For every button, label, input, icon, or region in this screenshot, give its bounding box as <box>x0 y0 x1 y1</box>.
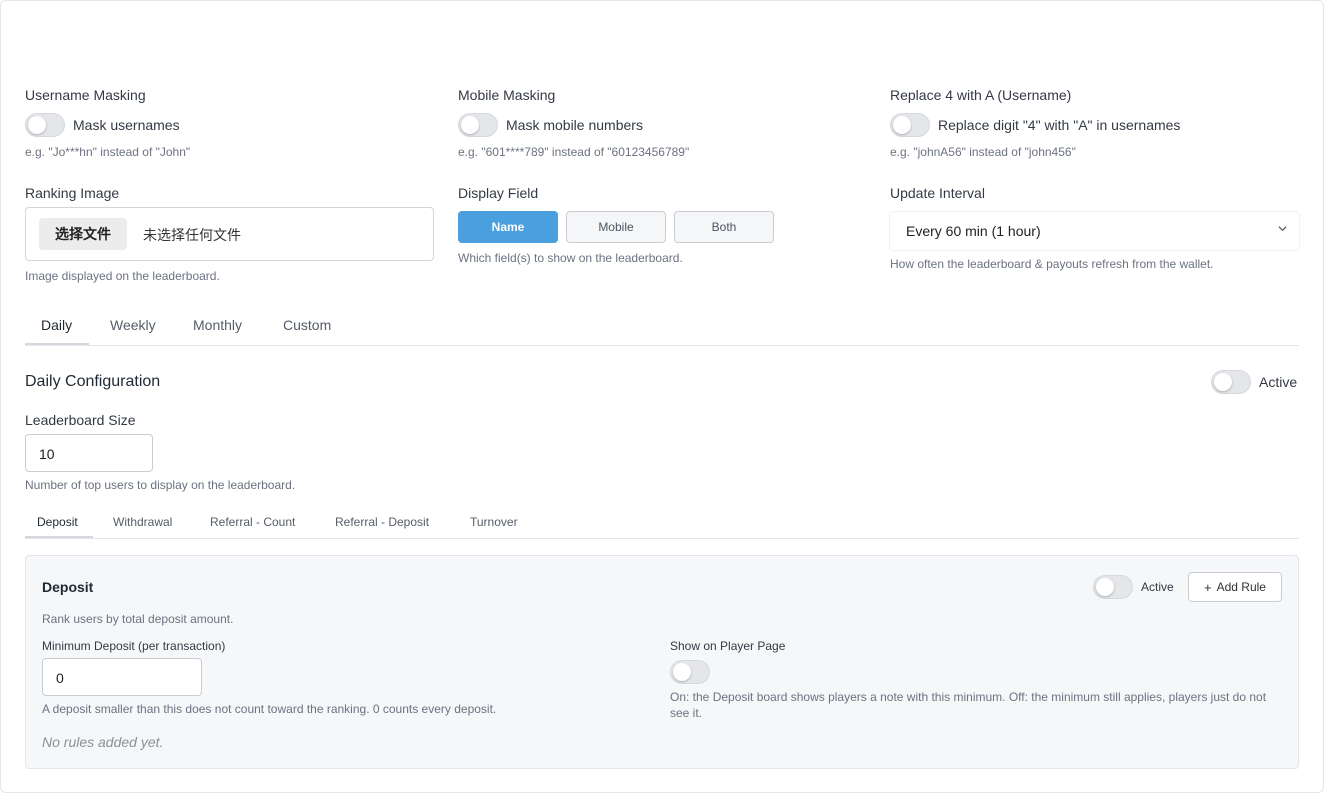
tab-weekly[interactable]: Weekly <box>110 317 156 333</box>
update-interval-title: Update Interval <box>890 185 985 201</box>
display-field-help: Which field(s) to show on the leaderboar… <box>458 251 683 265</box>
toggle-knob <box>673 663 691 681</box>
no-rules-note: No rules added yet. <box>42 734 164 750</box>
leaderboard-size-input[interactable]: 10 <box>25 434 153 472</box>
show-on-player-page-toggle[interactable] <box>670 660 710 684</box>
period-tabs: Daily Weekly Monthly Custom <box>25 312 1299 346</box>
tab-daily[interactable]: Daily <box>41 317 72 333</box>
update-interval-select[interactable]: Every 60 min (1 hour) <box>890 212 1299 250</box>
toggle-knob <box>893 116 911 134</box>
display-field-both-option[interactable]: Both <box>674 211 774 243</box>
config-title: Daily Configuration <box>25 373 161 390</box>
username-masking-title: Username Masking <box>25 87 146 103</box>
tab-monthly[interactable]: Monthly <box>193 317 242 333</box>
tab-turnover[interactable]: Turnover <box>470 515 518 529</box>
tab-custom[interactable]: Custom <box>283 317 331 333</box>
active-subtab-indicator <box>25 536 93 538</box>
tab-deposit[interactable]: Deposit <box>37 515 78 529</box>
username-masking-toggle[interactable] <box>25 113 65 137</box>
toggle-knob <box>1096 578 1114 596</box>
mobile-masking-help: e.g. "601****789" instead of "6012345678… <box>458 145 690 159</box>
update-interval-help: How often the leaderboard & payouts refr… <box>890 257 1214 271</box>
display-field-title: Display Field <box>458 185 539 201</box>
mobile-masking-title: Mobile Masking <box>458 87 556 103</box>
replace4-toggle[interactable] <box>890 113 930 137</box>
mobile-masking-label: Mask mobile numbers <box>506 117 643 133</box>
metric-tabs: Deposit Withdrawal Referral - Count Refe… <box>25 512 1299 539</box>
username-masking-label: Mask usernames <box>73 117 180 133</box>
username-masking-help: e.g. "Jo***hn" instead of "John" <box>25 145 191 159</box>
toggle-knob <box>461 116 479 134</box>
min-deposit-help: A deposit smaller than this does not cou… <box>42 702 497 716</box>
add-rule-button[interactable]: + Add Rule <box>1188 572 1282 602</box>
leaderboard-size-label: Leaderboard Size <box>25 412 136 428</box>
tab-withdrawal[interactable]: Withdrawal <box>113 515 172 529</box>
deposit-panel-title: Deposit <box>42 579 94 595</box>
replace4-label: Replace digit "4" with "A" in usernames <box>938 117 1181 133</box>
choose-file-button[interactable]: 选择文件 <box>39 218 127 250</box>
display-field-mobile-option[interactable]: Mobile <box>566 211 666 243</box>
deposit-active-label: Active <box>1141 580 1174 594</box>
update-interval-value: Every 60 min (1 hour) <box>906 223 1041 239</box>
deposit-active-toggle[interactable] <box>1093 575 1133 599</box>
ranking-image-file-input[interactable]: 选择文件 未选择任何文件 <box>25 207 434 261</box>
plus-icon: + <box>1204 579 1212 595</box>
tab-referral-count[interactable]: Referral - Count <box>210 515 295 529</box>
toggle-knob <box>28 116 46 134</box>
ranking-image-title: Ranking Image <box>25 185 120 201</box>
min-deposit-value: 0 <box>56 670 64 686</box>
file-status: 未选择任何文件 <box>143 227 241 243</box>
config-active-toggle[interactable] <box>1211 370 1251 394</box>
mobile-masking-toggle[interactable] <box>458 113 498 137</box>
min-deposit-input[interactable]: 0 <box>42 658 202 696</box>
leaderboard-size-help: Number of top users to display on the le… <box>25 478 296 492</box>
show-on-player-page-label: Show on Player Page <box>670 639 786 653</box>
config-active-label: Active <box>1259 374 1298 390</box>
toggle-knob <box>1214 373 1232 391</box>
deposit-description: Rank users by total deposit amount. <box>42 612 234 626</box>
display-field-name-option[interactable]: Name <box>458 211 558 243</box>
min-deposit-label: Minimum Deposit (per transaction) <box>42 639 226 653</box>
add-rule-label: Add Rule <box>1216 580 1266 594</box>
ranking-image-help: Image displayed on the leaderboard. <box>25 269 220 283</box>
replace4-title: Replace 4 with A (Username) <box>890 87 1072 103</box>
replace4-help: e.g. "johnA56" instead of "john456" <box>890 145 1076 159</box>
tab-referral-deposit[interactable]: Referral - Deposit <box>335 515 429 529</box>
show-on-player-page-help: On: the Deposit board shows players a no… <box>670 690 1267 720</box>
chevron-down-icon <box>1278 226 1287 232</box>
leaderboard-size-value: 10 <box>39 446 55 462</box>
active-tab-indicator <box>25 343 89 345</box>
